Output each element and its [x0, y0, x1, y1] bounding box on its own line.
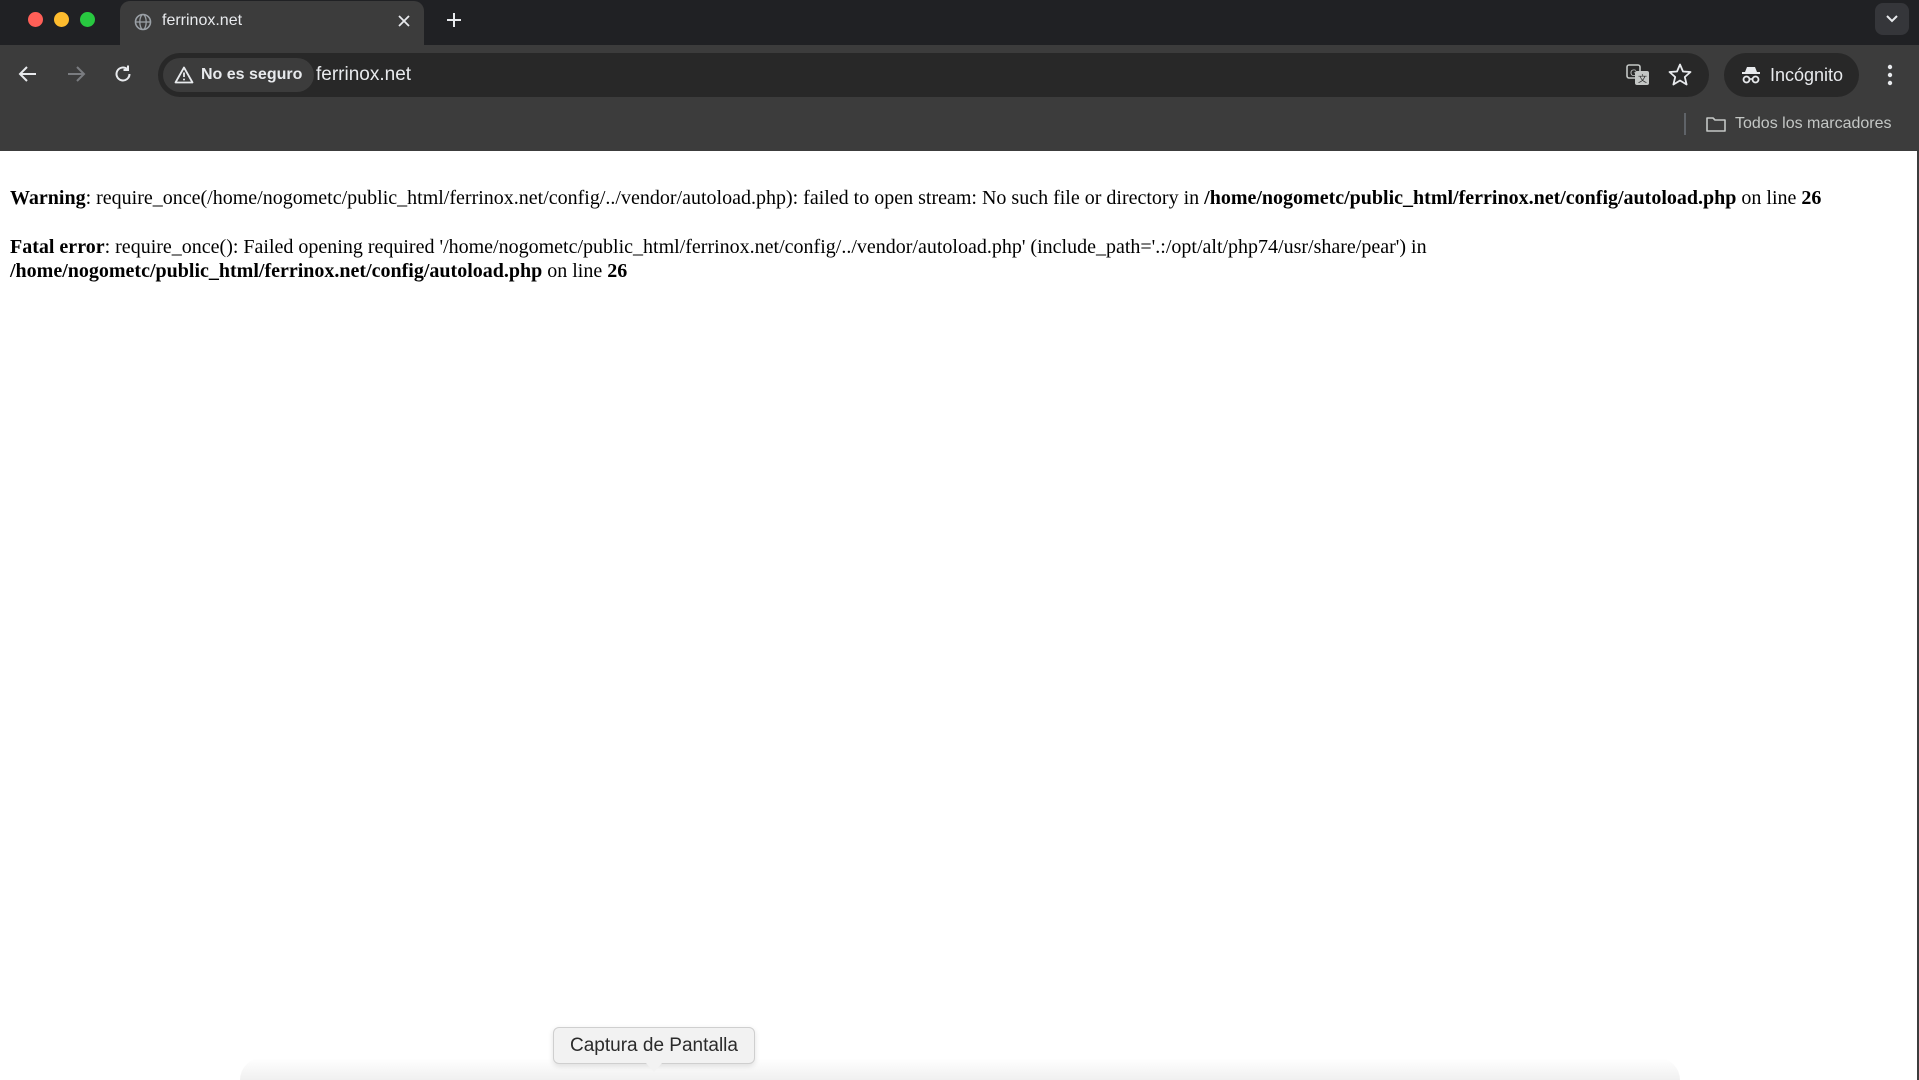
svg-text:G: G [1630, 69, 1637, 79]
page-content: Warning: require_once(/home/nogometc/pub… [0, 151, 1919, 1080]
tab-title: ferrinox.net [162, 12, 243, 29]
forward-button[interactable] [60, 58, 92, 90]
screenshot-tooltip: Captura de Pantalla [553, 1027, 755, 1064]
browser-menu-button[interactable] [1876, 59, 1904, 91]
maximize-window-icon[interactable] [80, 12, 95, 27]
forward-arrow-icon [68, 66, 86, 82]
fatal-line-number: 26 [607, 260, 628, 282]
address-bar[interactable]: No es seguro ferrinox.net G 文 [158, 53, 1709, 97]
svg-text:文: 文 [1638, 73, 1647, 85]
warning-file: /home/nogometc/public_html/ferrinox.net/… [1204, 187, 1737, 209]
globe-icon [134, 13, 152, 31]
warning-label: Warning [10, 187, 86, 209]
warning-text: : require_once(/home/nogometc/public_htm… [85, 187, 1205, 209]
warning-triangle-icon [174, 66, 194, 84]
tooltip-arrow [646, 1063, 662, 1072]
dock-shadow [240, 1058, 1680, 1080]
fatal-on-line: on line [542, 260, 608, 282]
fatal-text: : require_once(): Failed opening require… [104, 236, 1427, 258]
reload-icon [115, 65, 131, 82]
kebab-menu-icon [1887, 64, 1893, 86]
minimize-window-icon[interactable] [54, 12, 69, 27]
php-fatal-error-message: Fatal error: require_once(): Failed open… [10, 235, 1427, 259]
star-icon[interactable] [1666, 61, 1694, 89]
back-arrow-icon [18, 66, 36, 82]
warning-line-number: 26 [1801, 187, 1822, 209]
folder-icon [1706, 117, 1726, 132]
back-button[interactable] [12, 58, 44, 90]
tab-search-button[interactable] [1875, 3, 1909, 35]
incognito-icon [1742, 67, 1760, 84]
translate-icon[interactable]: G 文 [1624, 61, 1652, 89]
browser-tab[interactable]: ferrinox.net [120, 1, 424, 46]
all-bookmarks-label: Todos los marcadores [1735, 115, 1892, 132]
all-bookmarks-button[interactable]: Todos los marcadores [1705, 111, 1892, 137]
profile-label: Incógnito [1770, 65, 1844, 85]
php-fatal-error-location: /home/nogometc/public_html/ferrinox.net/… [10, 259, 627, 283]
security-label: No es seguro [201, 66, 303, 83]
close-tab-icon[interactable] [394, 11, 414, 31]
reload-button[interactable] [107, 58, 139, 90]
warning-on-line: on line [1736, 187, 1802, 209]
browser-toolbar: No es seguro ferrinox.net G 文 Incógnito [0, 45, 1919, 151]
security-chip[interactable]: No es seguro [163, 58, 315, 92]
fatal-file: /home/nogometc/public_html/ferrinox.net/… [10, 260, 543, 282]
tab-strip: ferrinox.net [0, 0, 1919, 46]
php-warning-message: Warning: require_once(/home/nogometc/pub… [10, 186, 1821, 210]
chevron-down-icon [1886, 15, 1898, 23]
close-window-icon[interactable] [28, 12, 43, 27]
fatal-label: Fatal error [10, 236, 105, 258]
plus-icon [447, 13, 461, 27]
url-text[interactable]: ferrinox.net [316, 64, 411, 86]
incognito-profile-button[interactable]: Incógnito [1724, 53, 1859, 97]
bookmarks-separator [1684, 113, 1686, 135]
new-tab-button[interactable] [440, 6, 468, 34]
